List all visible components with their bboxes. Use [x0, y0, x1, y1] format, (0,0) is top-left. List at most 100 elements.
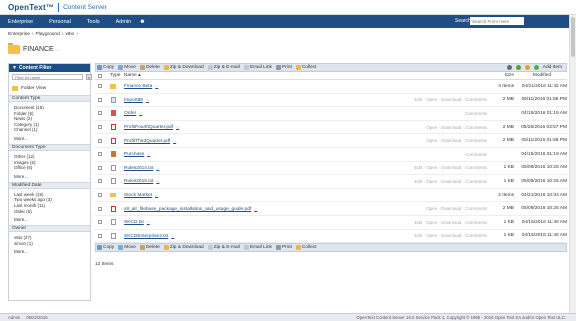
print-button[interactable]: Print [275, 65, 292, 70]
table-row[interactable]: Finance Beta ⌵ 4 Items 04/21/2016 11:42 AM [95, 80, 567, 94]
filter-more-link[interactable]: More... [9, 217, 90, 222]
type-column-header[interactable]: Type [110, 73, 120, 78]
table-row[interactable]: SKCDEnterprise2.txt ⌵ Edit · Open · Downlo… [95, 230, 567, 244]
filter-header[interactable]: ▼ Content Filter [9, 64, 90, 72]
move-button[interactable]: Move [118, 245, 136, 250]
zip-email-button[interactable]: Zip & E-mail [207, 245, 240, 250]
row-actions[interactable]: Edit · Open · Download · Comments [414, 97, 487, 102]
table-row[interactable]: x8_alr_filebase_package_installation_and… [95, 202, 567, 216]
print-button[interactable]: Print [275, 245, 292, 250]
add-item-button[interactable]: Add Item [543, 65, 562, 70]
page-scrollbar[interactable] [569, 15, 576, 313]
row-name-link[interactable]: x8_alr_filebase_package_installation_and… [124, 206, 257, 212]
favorites-icon[interactable]: ☻ [139, 19, 145, 25]
row-name-link[interactable]: Order ⌵ [124, 110, 142, 116]
row-checkbox[interactable] [98, 97, 102, 102]
filter-section-header[interactable]: Content Type [9, 95, 90, 102]
table-row[interactable]: Purchase ⌵ Comments 04/15/2016 01:19 AM [95, 148, 567, 162]
row-checkbox[interactable] [98, 84, 102, 89]
zip-download-button[interactable]: Zip & Download [163, 65, 204, 70]
delete-button[interactable]: Delete [139, 65, 160, 70]
opentext-logo[interactable]: OpenText™ [8, 3, 54, 12]
row-name-link[interactable]: ProfitFourthQuarter.pdf ⌵ [124, 124, 179, 130]
row-checkbox[interactable] [98, 111, 102, 116]
chevron-down-icon[interactable]: ⌵ [254, 206, 257, 211]
chevron-down-icon[interactable]: ⌵ [156, 178, 159, 183]
breadcrumb-enterprise[interactable]: Enterprise [8, 32, 30, 37]
name-column-header[interactable]: Name ▴ [124, 73, 141, 78]
zip-email-button[interactable]: Zip & E-mail [207, 65, 240, 70]
filter-input[interactable] [12, 74, 83, 80]
table-row[interactable]: Rules2014.txt ⌵ Edit · Open · Download · C… [95, 162, 567, 176]
row-name-link[interactable]: SKCD.txt ⌵ [124, 219, 150, 225]
row-name-link[interactable]: Stock Market ⌵ [124, 192, 158, 198]
star-icon[interactable] [524, 65, 530, 70]
table-row[interactable]: Order ⌵ Comments 04/15/2016 01:19 AM [95, 107, 567, 121]
row-name-link[interactable]: Finance Beta ⌵ [124, 83, 158, 89]
chevron-down-icon[interactable]: ⌵ [147, 151, 150, 156]
row-actions[interactable]: Open · Download · Comments [426, 206, 487, 211]
folder-view-link[interactable]: Folder View [12, 86, 87, 91]
table-row[interactable]: ProfitFourthQuarter.pdf ⌵ Open · Download … [95, 121, 567, 135]
chevron-down-icon[interactable]: ⌵ [155, 83, 158, 88]
delete-button[interactable]: Delete [139, 245, 160, 250]
row-actions[interactable]: Edit · Open · Download · Comments [414, 165, 487, 170]
row-checkbox[interactable] [98, 220, 102, 225]
filter-option[interactable]: Channel (1) [9, 127, 90, 133]
row-checkbox[interactable] [98, 193, 102, 198]
filter-more-link[interactable]: More... [9, 249, 90, 254]
zip-download-button[interactable]: Zip & Download [163, 245, 204, 250]
filter-option[interactable]: Office (6) [9, 165, 90, 171]
row-checkbox[interactable] [98, 152, 102, 157]
search-input[interactable] [470, 17, 524, 25]
table-row[interactable]: Stock Market ⌵ 2 Items 04/21/2016 10:34 AM [95, 189, 567, 203]
copy-button[interactable]: Copy [97, 245, 114, 250]
email-link-button[interactable]: Email Link [243, 245, 272, 250]
row-actions[interactable]: Comments [465, 152, 487, 157]
breadcrumb-playground[interactable]: Playground [35, 32, 59, 37]
scrollbar-thumb[interactable] [571, 17, 575, 57]
filter-section-header[interactable]: Modified Date [9, 181, 90, 189]
row-name-link[interactable]: Rules2014.txt ⌵ [124, 165, 159, 171]
row-checkbox[interactable] [98, 165, 102, 170]
breadcrumb-x8io[interactable]: x8io [65, 32, 74, 37]
filter-option[interactable]: Older (5) [9, 209, 90, 215]
chevron-down-icon[interactable]: ⌵ [147, 219, 150, 224]
table-row[interactable]: ProfitThirdQuarter.pdf ⌵ Open · Download ·… [95, 134, 567, 148]
row-checkbox[interactable] [98, 206, 102, 211]
filter-more-link[interactable]: More... [9, 136, 90, 141]
row-name-link[interactable]: Purchase ⌵ [124, 151, 150, 157]
settings-icon[interactable] [506, 65, 512, 70]
modified-column-header[interactable]: Modified [533, 73, 551, 78]
search-icon[interactable]: ⌕ [86, 74, 92, 80]
row-name-link[interactable]: Import88 ⌵ [124, 97, 149, 103]
filter-section-header[interactable]: Owner [9, 225, 90, 233]
filter-section-header[interactable]: Document Type [9, 143, 90, 151]
chevron-down-icon[interactable]: ⌵ [156, 165, 159, 170]
collect-button[interactable]: Collect [295, 245, 317, 250]
table-row[interactable]: SKCD.txt ⌵ Edit · Open · Download · Commen… [95, 216, 567, 230]
filter-more-link[interactable]: More... [9, 174, 90, 179]
table-row[interactable]: Rules2015.txt ⌵ Edit · Open · Download · C… [95, 175, 567, 189]
add-icon[interactable] [533, 65, 539, 70]
nav-personal[interactable]: Personal [49, 19, 71, 25]
row-actions[interactable]: Comments [465, 111, 487, 116]
chevron-down-icon[interactable]: ⌵ [171, 233, 174, 238]
chevron-down-icon[interactable]: ⌵ [57, 47, 60, 52]
nav-admin[interactable]: Admin [116, 19, 132, 25]
row-actions[interactable]: Edit · Open · Download · Comments [414, 179, 487, 184]
row-name-link[interactable]: ProfitThirdQuarter.pdf ⌵ [124, 138, 176, 144]
row-actions[interactable]: Open · Download · Comments [426, 138, 487, 143]
row-checkbox[interactable] [98, 138, 102, 143]
move-button[interactable]: Move [118, 65, 136, 70]
row-name-link[interactable]: SKCDEnterprise2.txt ⌵ [124, 233, 174, 239]
chevron-down-icon[interactable]: ⌵ [146, 97, 149, 102]
row-name-link[interactable]: Rules2015.txt ⌵ [124, 178, 159, 184]
chevron-down-icon[interactable]: ⌵ [173, 138, 176, 143]
collect-button[interactable]: Collect [295, 65, 317, 70]
row-checkbox[interactable] [98, 125, 102, 130]
table-row[interactable]: Import88 ⌵ Edit · Open · Download · Commen… [95, 94, 567, 108]
email-link-button[interactable]: Email Link [243, 65, 272, 70]
row-actions[interactable]: Open · Download · Comments [426, 125, 487, 130]
row-actions[interactable]: Edit · Open · Download · Comments [414, 220, 487, 225]
